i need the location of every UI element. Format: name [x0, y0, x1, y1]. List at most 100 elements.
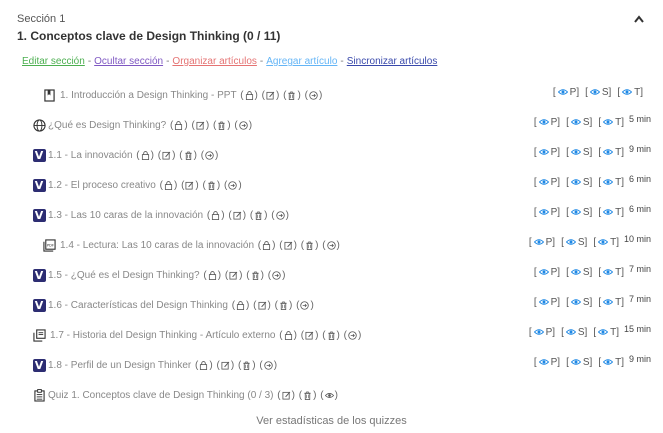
arrow-circle-button[interactable]: ()	[322, 240, 340, 251]
trash-button[interactable]: ()	[250, 210, 268, 221]
eye-button[interactable]: ()	[320, 390, 338, 401]
organize-articles-link[interactable]: Organizar artículos	[172, 56, 256, 67]
visibility-student-toggle[interactable]: [S]	[585, 87, 611, 99]
edit-section-link[interactable]: Editar sección	[22, 56, 85, 67]
edit-button[interactable]: ()	[225, 270, 243, 281]
visibility-teacher-toggle[interactable]: [T]	[598, 117, 624, 129]
arrow-circle-button[interactable]: ()	[344, 330, 362, 341]
visibility-student-toggle[interactable]: [S]	[566, 297, 592, 309]
arrow-circle-button[interactable]: ()	[224, 180, 242, 191]
visibility-student-toggle[interactable]: [S]	[561, 237, 587, 249]
visibility-preview-toggle[interactable]: [P]	[529, 237, 555, 249]
trash-button[interactable]: ()	[203, 180, 221, 191]
trash-button[interactable]: ()	[213, 120, 231, 131]
quiz-title[interactable]: Quiz 1. Conceptos clave de Design Thinki…	[48, 390, 274, 401]
visibility-teacher-toggle[interactable]: [T]	[593, 237, 619, 249]
chevron-up-icon	[634, 15, 644, 23]
arrow-circle-button[interactable]: ()	[268, 270, 286, 281]
trash-button[interactable]: ()	[179, 150, 197, 161]
visibility-student-toggle[interactable]: [S]	[566, 357, 592, 369]
lock-button[interactable]: ()	[203, 270, 221, 281]
visibility-student-toggle[interactable]: [S]	[566, 207, 592, 219]
collapse-section-button[interactable]	[632, 12, 646, 26]
trash-icon	[254, 211, 263, 223]
visibility-teacher-toggle[interactable]: [T]	[598, 177, 624, 189]
arrow-circle-button[interactable]: ()	[305, 90, 323, 101]
lock-button[interactable]: ()	[279, 330, 297, 341]
lock-button[interactable]: ()	[160, 180, 178, 191]
add-article-link[interactable]: Agregar artículo	[266, 56, 337, 67]
visibility-preview-toggle[interactable]: [P]	[534, 267, 560, 279]
edit-button[interactable]: ()	[279, 240, 297, 251]
visibility-student-toggle[interactable]: [S]	[561, 327, 587, 339]
visibility-teacher-toggle[interactable]: [T]	[598, 207, 624, 219]
visibility-student-toggle[interactable]: [S]	[566, 117, 592, 129]
lock-button[interactable]: ()	[195, 360, 213, 371]
visibility-teacher-toggle[interactable]: [T]	[598, 267, 624, 279]
visibility-teacher-toggle[interactable]: [T]	[598, 297, 624, 309]
article-title[interactable]: 1.3 - Las 10 caras de la innovación	[48, 210, 203, 221]
trash-button[interactable]: ()	[246, 270, 264, 281]
eye-icon	[570, 178, 581, 189]
arrow-circle-button[interactable]: ()	[234, 120, 252, 131]
hide-section-link[interactable]: Ocultar sección	[94, 56, 163, 67]
edit-button[interactable]: ()	[216, 360, 234, 371]
lock-button[interactable]: ()	[207, 210, 225, 221]
lock-button[interactable]: ()	[232, 300, 250, 311]
visibility-teacher-toggle[interactable]: [T]	[598, 357, 624, 369]
article-title[interactable]: 1.1 - La innovación	[48, 150, 133, 161]
article-title[interactable]: 1. Introducción a Design Thinking - PPT	[60, 90, 236, 101]
visibility-preview-toggle[interactable]: [P]	[534, 117, 560, 129]
visibility-teacher-toggle[interactable]: [T]	[617, 87, 643, 99]
edit-button[interactable]: ()	[301, 330, 319, 341]
eye-icon	[557, 88, 568, 99]
edit-button[interactable]: ()	[181, 180, 199, 191]
article-title[interactable]: ¿Qué es Design Thinking?	[48, 120, 166, 131]
edit-button[interactable]: ()	[158, 150, 176, 161]
eye-icon	[533, 238, 544, 249]
article-title[interactable]: 1.4 - Lectura: Las 10 caras de la innova…	[60, 240, 254, 251]
trash-button[interactable]: ()	[283, 90, 301, 101]
article-title[interactable]: 1.2 - El proceso creativo	[48, 180, 156, 191]
edit-button[interactable]: ()	[253, 300, 271, 311]
svg-text:PDF: PDF	[46, 243, 53, 247]
sync-articles-link[interactable]: Sincronizar artículos	[347, 56, 438, 67]
visibility-preview-toggle[interactable]: [P]	[534, 207, 560, 219]
arrow-circle-button[interactable]: ()	[201, 150, 219, 161]
arrow-circle-button[interactable]: ()	[296, 300, 314, 311]
lock-button[interactable]: ()	[240, 90, 258, 101]
article-title[interactable]: 1.6 - Características del Design Thinkin…	[48, 300, 228, 311]
visibility-teacher-toggle[interactable]: [T]	[598, 147, 624, 159]
visibility-student-toggle[interactable]: [S]	[566, 267, 592, 279]
visibility-preview-toggle[interactable]: [P]	[534, 357, 560, 369]
edit-button[interactable]: ()	[228, 210, 246, 221]
trash-button[interactable]: ()	[238, 360, 256, 371]
article-title[interactable]: 1.5 - ¿Qué es el Design Thinking?	[48, 270, 200, 281]
lock-button[interactable]: ()	[258, 240, 276, 251]
visibility-preview-toggle[interactable]: [P]	[534, 177, 560, 189]
arrow-circle-button[interactable]: ()	[271, 210, 289, 221]
edit-button[interactable]: ()	[191, 120, 209, 131]
trash-button[interactable]: ()	[275, 300, 293, 311]
visibility-preview-toggle[interactable]: [P]	[553, 87, 579, 99]
edit-icon	[221, 361, 230, 373]
trash-button[interactable]: ()	[322, 330, 340, 341]
article-title[interactable]: 1.7 - Historia del Design Thinking - Art…	[50, 330, 275, 341]
article-title[interactable]: 1.8 - Perfil de un Design Thinker	[48, 360, 191, 371]
visibility-teacher-toggle[interactable]: [T]	[593, 327, 619, 339]
visibility-preview-toggle[interactable]: [P]	[529, 327, 555, 339]
edit-icon	[284, 241, 293, 253]
visibility-student-toggle[interactable]: [S]	[566, 177, 592, 189]
edit-button[interactable]: ()	[277, 390, 295, 401]
edit-button[interactable]: ()	[262, 90, 280, 101]
quiz-stats-link[interactable]: Ver estadísticas de los quizzes	[0, 415, 663, 427]
trash-button[interactable]: ()	[301, 240, 319, 251]
lock-button[interactable]: ()	[170, 120, 188, 131]
lock-button[interactable]: ()	[136, 150, 154, 161]
trash-button[interactable]: ()	[299, 390, 317, 401]
visibility-student-toggle[interactable]: [S]	[566, 147, 592, 159]
visibility-preview-toggle[interactable]: [P]	[534, 297, 560, 309]
eye-icon	[602, 178, 614, 189]
visibility-preview-toggle[interactable]: [P]	[534, 147, 560, 159]
arrow-circle-button[interactable]: ()	[259, 360, 277, 371]
